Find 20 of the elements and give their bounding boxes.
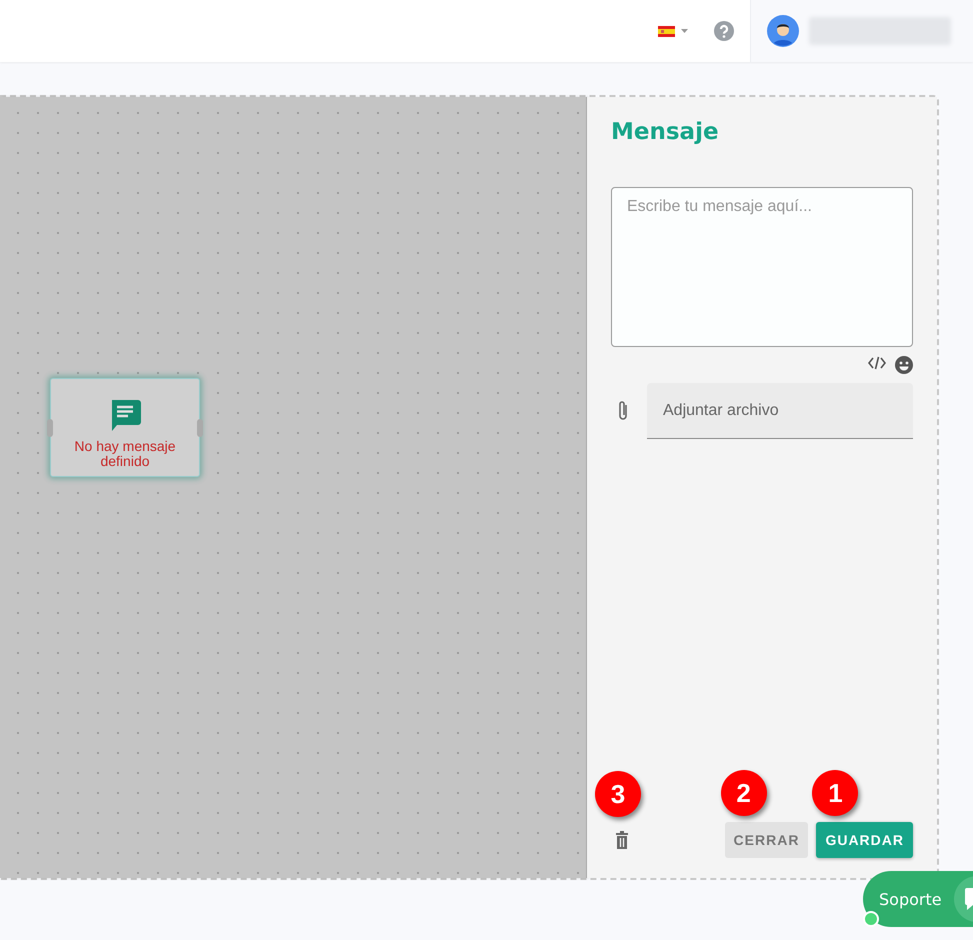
close-button[interactable]: CERRAR bbox=[724, 822, 808, 858]
spain-flag-icon[interactable] bbox=[658, 26, 675, 36]
node-label: No hay mensaje definido bbox=[73, 439, 177, 469]
help-icon[interactable] bbox=[714, 21, 734, 41]
support-chat-button[interactable]: Soporte bbox=[863, 871, 973, 927]
paperclip-icon[interactable] bbox=[617, 400, 629, 422]
message-node[interactable]: No hay mensaje definido bbox=[50, 378, 200, 477]
save-button[interactable]: GUARDAR bbox=[816, 822, 913, 858]
flow-canvas[interactable]: No hay mensaje definido bbox=[0, 97, 587, 878]
trash-icon[interactable] bbox=[615, 831, 629, 849]
avatar-icon[interactable] bbox=[767, 15, 799, 47]
callout-badge: 1 bbox=[812, 770, 858, 816]
code-icon[interactable] bbox=[868, 356, 886, 370]
emoji-icon[interactable] bbox=[895, 356, 913, 374]
callout-badge: 3 bbox=[595, 771, 641, 817]
message-input[interactable]: Escribe tu mensaje aquí... bbox=[611, 187, 913, 347]
dropdown-caret-icon[interactable] bbox=[681, 29, 688, 33]
panel-title: Mensaje bbox=[611, 119, 720, 145]
callout-badge: 2 bbox=[720, 770, 767, 816]
attachment-field[interactable]: Adjuntar archivo bbox=[647, 383, 913, 439]
